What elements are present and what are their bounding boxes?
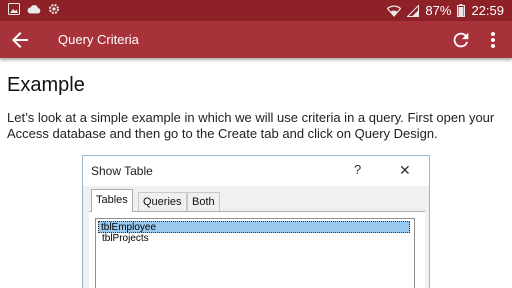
- back-arrow-icon[interactable]: [8, 28, 32, 52]
- image-icon: [8, 3, 20, 15]
- tab-queries: Queries: [138, 192, 187, 212]
- page-title: Query Criteria: [58, 32, 139, 47]
- cloud-icon: [27, 5, 41, 14]
- table-listbox: tblEmployee tblProjects: [95, 218, 415, 288]
- clock: 22:59: [471, 3, 504, 18]
- dialog-help-icon: ?: [354, 162, 362, 177]
- battery-icon: [457, 4, 466, 17]
- list-item-tblemployee: tblEmployee: [98, 221, 410, 233]
- notification-icons: [8, 3, 60, 15]
- section-heading: Example: [7, 74, 85, 96]
- status-bar: 87% 22:59: [0, 0, 512, 21]
- system-status: 87% 22:59: [387, 2, 504, 19]
- app-bar: Query Criteria: [0, 21, 512, 58]
- more-vert-icon[interactable]: [486, 29, 500, 51]
- list-item-tblprojects: tblProjects: [102, 233, 149, 244]
- refresh-icon[interactable]: [450, 29, 472, 51]
- tab-both: Both: [187, 192, 220, 212]
- body-paragraph: Let’s look at a simple example in which …: [7, 110, 495, 141]
- tab-tables: Tables: [91, 189, 133, 212]
- dialog-close-icon: ✕: [399, 162, 411, 178]
- dialog-title: Show Table: [91, 164, 153, 178]
- settings-icon: [49, 4, 59, 14]
- wifi-icon: [387, 5, 402, 17]
- show-table-dialog-image: Show Table ? ✕ Tables Queries Both tblEm…: [82, 155, 430, 288]
- dialog-body: Tables Queries Both tblEmployee tblProje…: [83, 186, 429, 288]
- signal-icon: [407, 4, 420, 17]
- battery-percent: 87%: [425, 3, 452, 18]
